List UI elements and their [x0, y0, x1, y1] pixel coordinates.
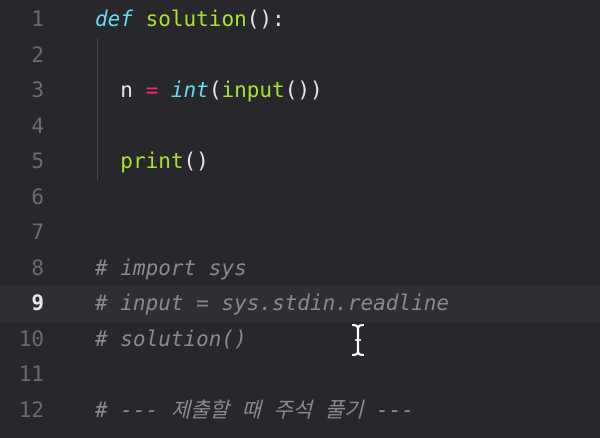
code-line[interactable]: 12 # --- 제출할 때 주석 풀기 ---	[0, 393, 600, 429]
code-token: ())	[284, 78, 323, 102]
code-line[interactable]: 2	[0, 38, 600, 74]
line-number: 11	[18, 362, 44, 386]
code-token: (	[208, 78, 222, 102]
line-number: 9	[31, 291, 44, 315]
line-number: 7	[31, 220, 44, 244]
code-token: def	[95, 7, 133, 31]
code-line[interactable]: 10 # solution()	[0, 322, 600, 358]
code-line[interactable]: 3 n = int(input())	[0, 73, 600, 109]
code-token: =	[145, 78, 159, 102]
line-code: def solution():	[95, 2, 285, 38]
line-number: 2	[31, 42, 44, 67]
code-line[interactable]: 5 print()	[0, 144, 600, 180]
code-token: print	[120, 149, 184, 173]
line-number: 1	[31, 7, 44, 31]
line-code: # import sys	[95, 251, 247, 287]
code-token: # input = sys.stdin.readline	[95, 291, 450, 315]
code-token: n	[95, 78, 146, 102]
code-token: ():	[246, 7, 285, 31]
line-number: 6	[31, 184, 44, 209]
line-code: # input = sys.stdin.readline	[95, 286, 449, 322]
code-line[interactable]: 8 # import sys	[0, 251, 600, 287]
code-token: int	[170, 78, 209, 102]
line-number: 10	[18, 326, 44, 351]
code-line[interactable]: 11	[0, 357, 600, 393]
line-number: 5	[31, 149, 44, 173]
line-code: # solution()	[95, 322, 247, 358]
code-token: # import sys	[95, 255, 247, 280]
text-cursor-ibeam-icon	[352, 324, 364, 356]
code-token: input	[221, 78, 285, 102]
code-token: # solution()	[95, 326, 247, 351]
code-editor[interactable]: 1 def solution(): 2 3 n = int(input()) 4 5 pr…	[0, 0, 600, 438]
line-number: 8	[31, 255, 44, 280]
line-code: n = int(input())	[95, 73, 323, 109]
code-line[interactable]: 9 # input = sys.stdin.readline	[0, 286, 600, 322]
code-line[interactable]: 1 def solution():	[0, 2, 600, 38]
code-line[interactable]: 6	[0, 180, 600, 216]
line-number: 3	[31, 78, 44, 102]
code-line[interactable]: 4	[0, 109, 600, 145]
line-number: 4	[31, 113, 44, 138]
code-token: # --- 제출할 때 주석 풀기 ---	[95, 397, 414, 422]
code-line[interactable]: 7	[0, 215, 600, 251]
code-token: ()	[183, 149, 209, 173]
code-token: solution	[145, 7, 247, 31]
line-number: 12	[18, 397, 44, 422]
line-code: print()	[95, 144, 209, 180]
line-code: # --- 제출할 때 주석 풀기 ---	[95, 393, 414, 429]
